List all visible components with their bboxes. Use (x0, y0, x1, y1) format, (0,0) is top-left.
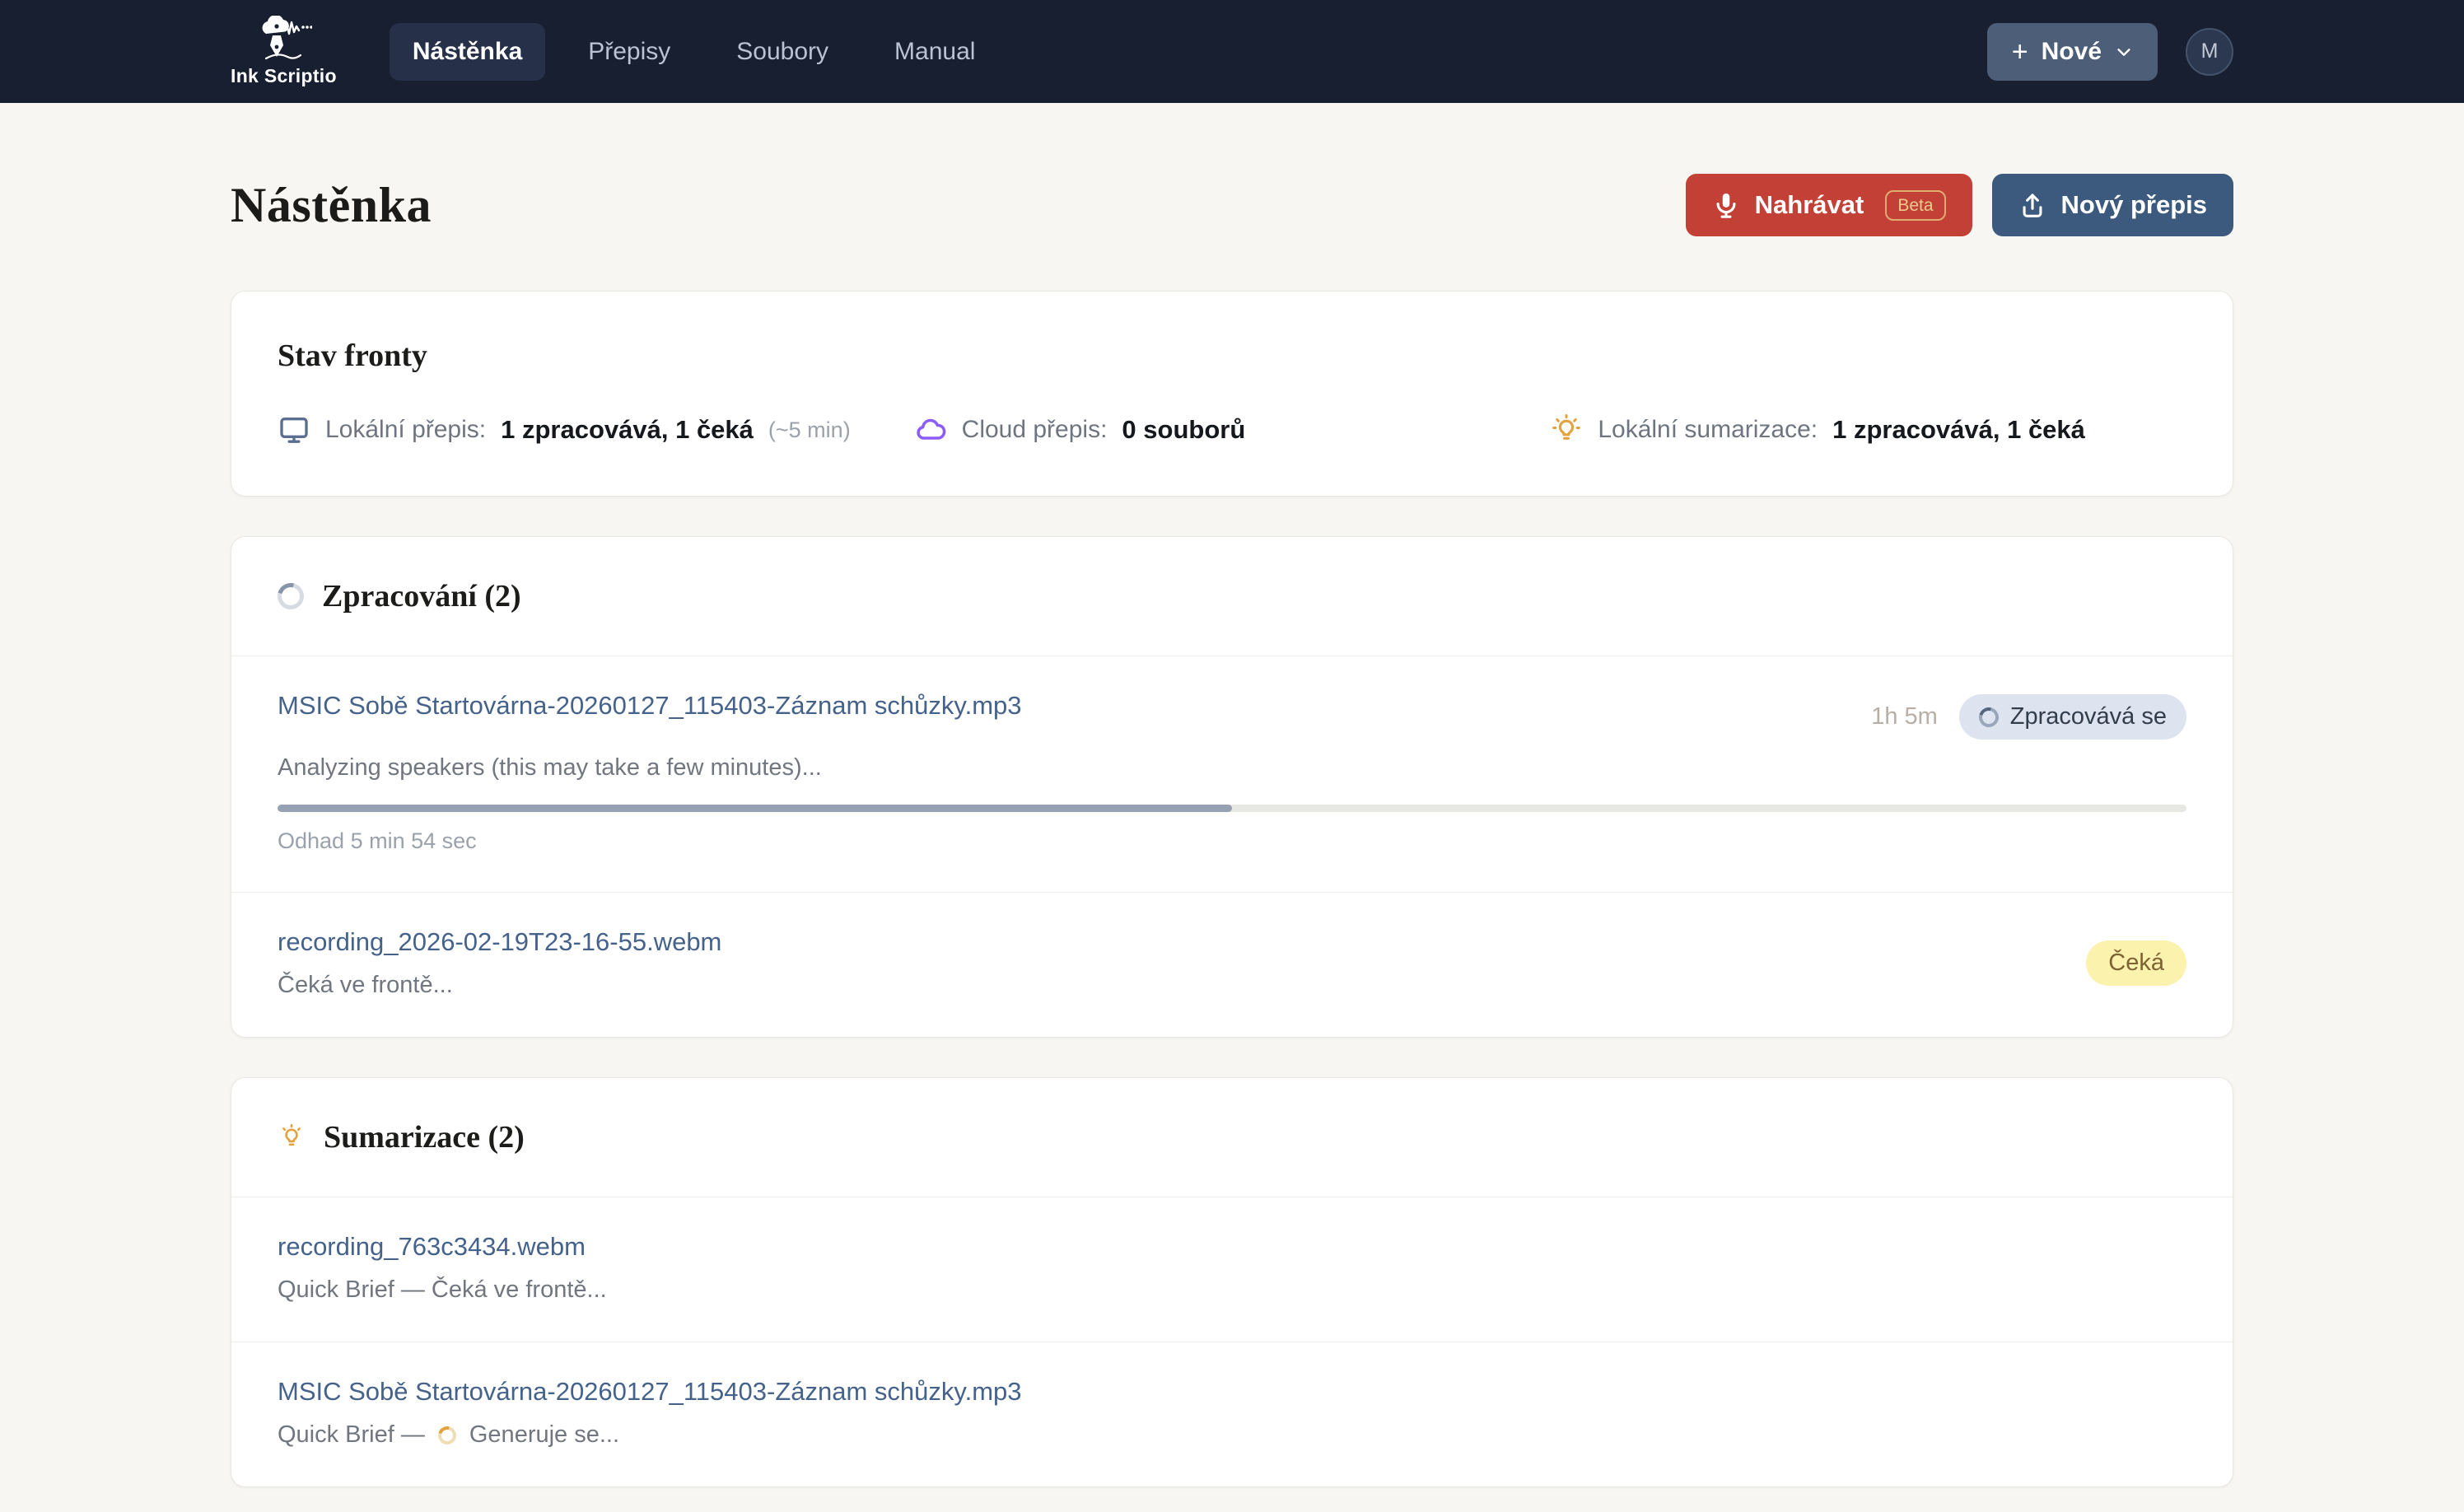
file-link[interactable]: recording_2026-02-19T23-16-55.webm (278, 927, 721, 956)
status-badge-waiting: Čeká (2086, 940, 2186, 986)
spinner-icon (273, 578, 309, 614)
processing-status-text: Analyzing speakers (this may take a few … (278, 754, 2186, 782)
main-nav: Nástěnka Přepisy Soubory Manual (390, 23, 999, 81)
local-transcript-extra: (~5 min) (768, 418, 851, 443)
local-summary-label: Lokální sumarizace: (1598, 416, 1818, 444)
summarization-title: Sumarizace (2) (324, 1119, 525, 1155)
cloud-transcript-status: Cloud přepis: 0 souborů (914, 413, 1551, 446)
nav-item-nastenka[interactable]: Nástěnka (390, 23, 545, 81)
new-transcript-button-label: Nový přepis (2061, 190, 2207, 220)
local-transcript-value: 1 zpracovává, 1 čeká (501, 415, 754, 445)
ink-scriptio-logo-icon (254, 16, 312, 63)
file-link[interactable]: MSIC Sobě Startovárna-20260127_115403-Zá… (278, 691, 1022, 721)
file-duration: 1h 5m (1871, 703, 1938, 730)
monitor-icon (278, 413, 310, 446)
queue-status-card: Stav fronty Lokální přepis: 1 zpracovává… (231, 291, 2233, 497)
user-avatar[interactable]: M (2186, 28, 2233, 76)
local-summary-status: Lokální sumarizace: 1 zpracovává, 1 čeká (1550, 413, 2186, 446)
nav-item-manual[interactable]: Manual (871, 23, 998, 81)
beta-badge: Beta (1885, 190, 1945, 221)
summarization-card: Sumarizace (2) recording_763c3434.webm Q… (231, 1077, 2233, 1487)
plus-icon: + (2012, 38, 2028, 66)
progress-bar (278, 805, 2186, 812)
new-transcript-button[interactable]: Nový přepis (1992, 174, 2233, 236)
brand-name: Ink Scriptio (231, 65, 337, 87)
summary-status-text: Quick Brief — Čeká ve frontě... (278, 1276, 2186, 1304)
spinner-icon (1975, 703, 2002, 730)
local-transcript-status: Lokální přepis: 1 zpracovává, 1 čeká (~5… (278, 413, 914, 446)
dashboard-page: Nástěnka Nahrávat Beta Nový přepis (231, 174, 2233, 1512)
processing-card: Zpracování (2) MSIC Sobě Startovárna-202… (231, 536, 2233, 1038)
cloud-transcript-value: 0 souborů (1122, 415, 1245, 445)
spinner-icon (435, 1422, 460, 1447)
status-badge-label: Zpracovává se (2010, 703, 2167, 730)
queue-status-title: Stav fronty (278, 338, 2186, 374)
file-link[interactable]: MSIC Sobě Startovárna-20260127_115403-Zá… (278, 1377, 1022, 1406)
time-estimate: Odhad 5 min 54 sec (278, 828, 2186, 854)
file-link[interactable]: recording_763c3434.webm (278, 1232, 586, 1261)
avatar-initial: M (2201, 40, 2219, 63)
status-badge-processing: Zpracovává se (1959, 694, 2186, 740)
top-navigation-bar: Ink Scriptio Nástěnka Přepisy Soubory Ma… (0, 0, 2464, 103)
summary-generating-text: Generuje se... (469, 1421, 619, 1449)
microphone-icon (1712, 191, 1740, 219)
summarization-item-2: MSIC Sobě Startovárna-20260127_115403-Zá… (231, 1342, 2233, 1486)
progress-bar-fill (278, 805, 1232, 812)
lightbulb-icon (278, 1123, 306, 1151)
summary-status-prefix: Quick Brief — (278, 1421, 425, 1449)
processing-title: Zpracování (2) (322, 578, 521, 614)
new-button-label: Nové (2042, 38, 2102, 66)
processing-item-1: MSIC Sobě Startovárna-20260127_115403-Zá… (231, 656, 2233, 892)
cloud-transcript-label: Cloud přepis: (962, 416, 1108, 444)
nav-item-prepisy[interactable]: Přepisy (565, 23, 693, 81)
processing-item-2: recording_2026-02-19T23-16-55.webm Čeká … (231, 892, 2233, 1037)
nav-item-soubory[interactable]: Soubory (713, 23, 852, 81)
local-transcript-label: Lokální přepis: (325, 416, 486, 444)
upload-icon (2018, 191, 2046, 219)
app-logo[interactable]: Ink Scriptio (231, 16, 337, 87)
lightbulb-icon (1550, 413, 1583, 446)
cloud-icon (914, 413, 947, 446)
chevron-down-icon (2115, 43, 2133, 61)
summarization-item-1: recording_763c3434.webm Quick Brief — Če… (231, 1197, 2233, 1342)
record-button[interactable]: Nahrávat Beta (1686, 174, 1972, 236)
local-summary-value: 1 zpracovává, 1 čeká (1832, 415, 2085, 445)
page-title: Nástěnka (231, 177, 432, 234)
new-dropdown-button[interactable]: + Nové (1987, 23, 2158, 81)
processing-status-text: Čeká ve frontě... (278, 972, 721, 999)
record-button-label: Nahrávat (1755, 190, 1864, 220)
